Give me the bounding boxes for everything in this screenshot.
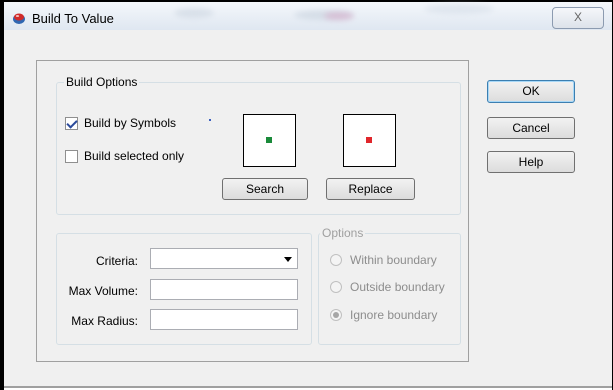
within-boundary-radio[interactable] — [330, 254, 342, 266]
window-title: Build To Value — [32, 11, 114, 26]
max-volume-label: Max Volume: — [68, 284, 138, 298]
search-button[interactable]: Search — [222, 178, 308, 200]
replace-symbol-swatch — [366, 137, 372, 143]
outside-boundary-radio[interactable] — [330, 281, 342, 293]
stray-dot — [209, 119, 211, 121]
app-icon — [13, 13, 25, 24]
outside-boundary-label: Outside boundary — [350, 280, 445, 294]
search-symbol-swatch — [266, 137, 272, 143]
max-volume-input[interactable] — [150, 279, 298, 300]
replace-symbol-preview[interactable] — [343, 114, 396, 167]
build-selected-only-checkbox[interactable] — [65, 150, 78, 163]
build-selected-only-label: Build selected only — [84, 149, 185, 163]
build-by-symbols-checkbox[interactable] — [65, 117, 78, 130]
criteria-combo[interactable] — [150, 248, 298, 269]
build-by-symbols-label: Build by Symbols — [84, 116, 177, 130]
search-symbol-preview[interactable] — [243, 114, 296, 167]
ignore-boundary-radio[interactable] — [330, 309, 342, 321]
within-boundary-label: Within boundary — [350, 253, 437, 267]
cancel-button[interactable]: Cancel — [487, 117, 575, 139]
max-radius-input[interactable] — [150, 309, 298, 330]
close-icon: X — [573, 10, 582, 24]
criteria-label: Criteria: — [95, 254, 138, 268]
max-radius-label: Max Radius: — [71, 314, 138, 328]
ignore-boundary-label: Ignore boundary — [350, 308, 438, 322]
bottom-edge — [4, 386, 612, 388]
options-legend: Options — [322, 226, 364, 240]
ok-button[interactable]: OK — [487, 80, 575, 103]
close-button[interactable]: X — [552, 7, 604, 29]
chevron-down-icon — [284, 257, 292, 262]
replace-button[interactable]: Replace — [326, 178, 415, 200]
title-bar: Build To Value X — [4, 2, 612, 30]
build-options-legend: Build Options — [66, 75, 138, 89]
help-button[interactable]: Help — [487, 151, 575, 173]
